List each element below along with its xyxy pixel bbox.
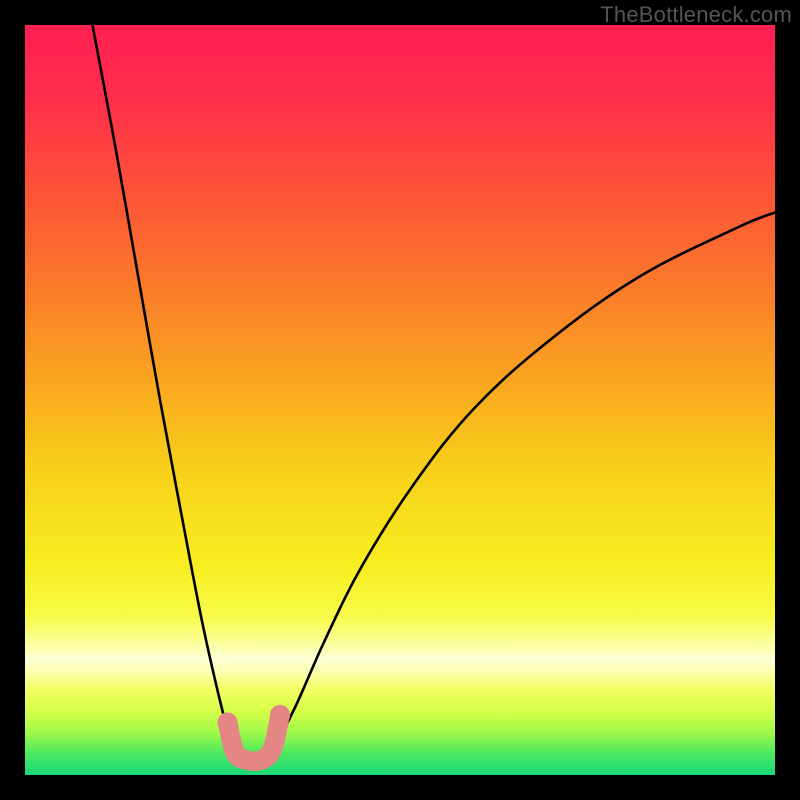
plot-area: [25, 25, 775, 775]
watermark-text: TheBottleneck.com: [600, 2, 792, 28]
outer-frame: TheBottleneck.com: [0, 0, 800, 800]
curve-layer: [25, 25, 775, 775]
bottleneck-curve: [93, 25, 776, 761]
highlight-end-right: [270, 705, 290, 725]
highlight-end-left: [217, 712, 237, 732]
